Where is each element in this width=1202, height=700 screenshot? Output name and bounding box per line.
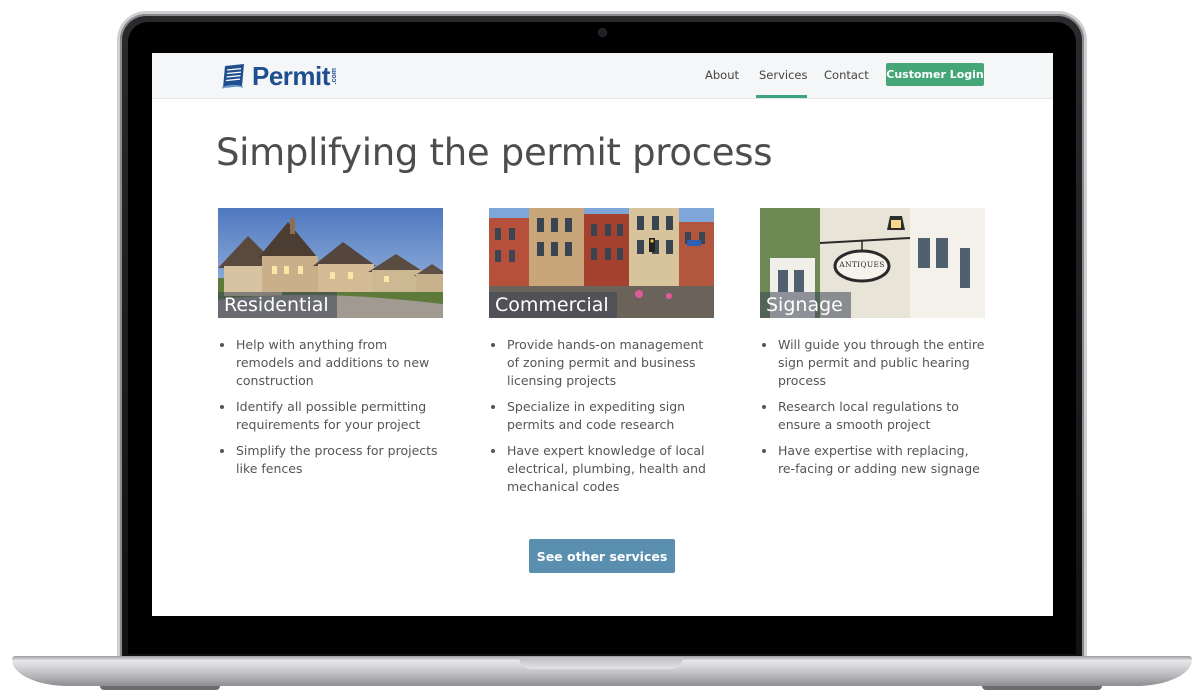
list-item: Have expert knowledge of local electrica… [491, 442, 714, 496]
list-item: Specialize in expediting sign permits an… [491, 398, 714, 434]
list-item: Simplify the process for projects like f… [220, 442, 443, 478]
residential-feature-list: Help with anything from remodels and add… [218, 336, 443, 478]
list-item: Help with anything from remodels and add… [220, 336, 443, 390]
laptop-foot-left [100, 686, 220, 690]
site-logo[interactable]: Permit .com [220, 61, 338, 91]
laptop-foot-right [982, 686, 1102, 690]
commercial-feature-list: Provide hands-on management of zoning pe… [489, 336, 714, 496]
webcam-icon [599, 29, 606, 36]
list-item: Will guide you through the entire sign p… [762, 337, 985, 388]
page-headline: Simplifying the permit process [216, 131, 773, 174]
card-title-commercial: Commercial [489, 292, 617, 318]
permit-document-icon [221, 64, 244, 89]
service-card-commercial: Commercial Provide hands-on management o… [489, 208, 714, 504]
list-item: Provide hands-on management of zoning pe… [491, 336, 714, 390]
service-card-residential: Residential Help with anything from remo… [218, 208, 443, 486]
site-header: Permit .com About Services Contact Custo… [152, 53, 1053, 99]
card-title-residential: Residential [218, 292, 337, 318]
list-item: Identify all possible permitting require… [220, 398, 443, 434]
nav-item-about[interactable]: About [705, 68, 739, 82]
antiques-sign-text: ANTIQUES [839, 260, 885, 269]
signage-feature-list: Will guide you through the entire sign p… [760, 336, 985, 478]
list-item: Research local regulations to ensure a s… [762, 398, 985, 434]
list-item: Have expertise with replacing, re-facing… [762, 442, 985, 478]
residential-photo[interactable]: Residential [218, 208, 443, 318]
logo-wordmark: Permit [252, 60, 330, 91]
customer-login-button[interactable]: Customer Login [886, 63, 984, 86]
logo-domain-suffix: .com [330, 67, 338, 85]
commercial-photo[interactable]: Commercial [489, 208, 714, 318]
service-card-signage: ANTIQUES Signage Will guide you through … [760, 208, 985, 486]
nav-active-indicator [756, 95, 807, 98]
laptop-opening-notch [519, 657, 683, 669]
see-other-services-button[interactable]: See other services [529, 539, 675, 573]
signage-photo[interactable]: ANTIQUES Signage [760, 208, 985, 318]
card-title-signage: Signage [760, 292, 851, 318]
website-screen: Permit .com About Services Contact Custo… [152, 53, 1053, 616]
nav-item-contact[interactable]: Contact [824, 68, 869, 82]
nav-item-services[interactable]: Services [759, 68, 808, 82]
